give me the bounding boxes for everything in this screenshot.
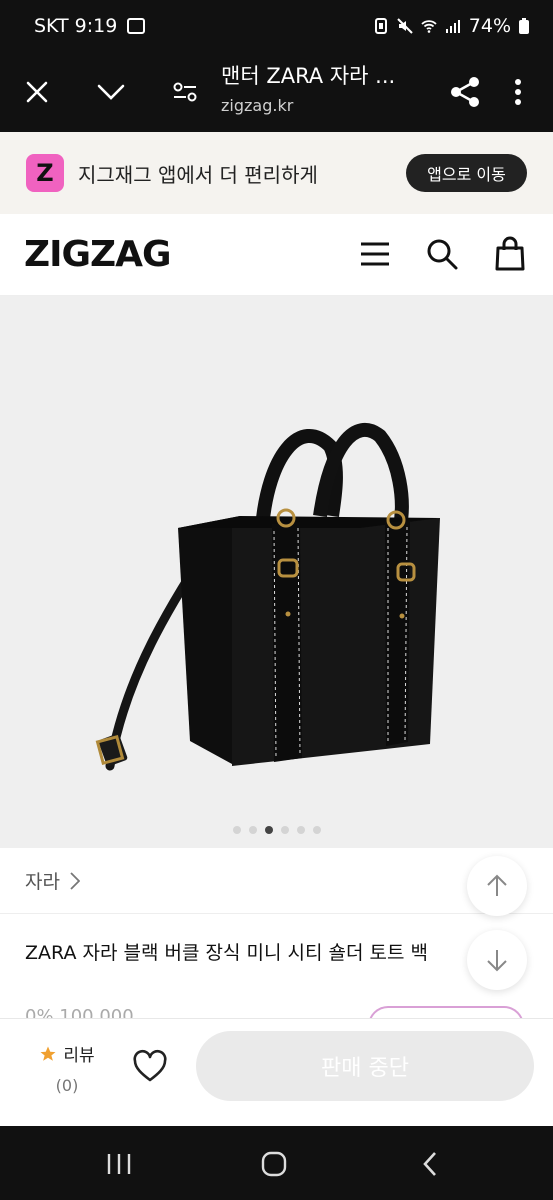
arrow-down-icon [487, 950, 507, 972]
collapse-button[interactable] [74, 52, 148, 132]
close-icon [26, 81, 48, 103]
wifi-icon [421, 20, 437, 33]
recent-apps-icon [107, 1154, 131, 1174]
signal-icon [445, 20, 460, 33]
browser-toolbar: 맨터 ZARA 자라 ... zigzag.kr [0, 52, 553, 132]
home-button[interactable] [254, 1144, 294, 1184]
page-title: 맨터 ZARA 자라 ... [221, 64, 396, 88]
menu-icon[interactable] [357, 236, 393, 272]
chevron-down-icon [97, 84, 125, 100]
shopping-bag-icon[interactable] [492, 236, 528, 272]
gallery-dot[interactable] [280, 826, 289, 834]
tune-icon [173, 82, 197, 102]
app-install-banner: Z 지그재그 앱에서 더 편리하게 앱으로 이동 [0, 132, 553, 214]
close-tab-button[interactable] [0, 52, 74, 132]
product-image-gallery[interactable] [0, 296, 553, 848]
star-icon [40, 1046, 56, 1061]
purchase-action-bar: 리뷰 (0) 판매 중단 [0, 1018, 553, 1126]
gallery-pagination [0, 826, 553, 834]
back-button[interactable] [410, 1144, 450, 1184]
mute-icon [397, 18, 413, 34]
chevron-right-icon [70, 871, 80, 890]
heart-icon[interactable] [132, 1049, 168, 1085]
page-url: zigzag.kr [221, 96, 294, 115]
open-app-button[interactable]: 앱으로 이동 [406, 154, 527, 192]
battery-saver-icon [374, 18, 387, 34]
scroll-top-button[interactable] [467, 856, 527, 916]
review-label: 리뷰 [63, 1046, 95, 1066]
scroll-bottom-button[interactable] [467, 930, 527, 990]
home-icon [261, 1151, 287, 1177]
review-summary[interactable]: 리뷰 (0) [32, 1041, 102, 1095]
clock: 9:19 [74, 15, 118, 37]
gallery-dot[interactable] [248, 826, 257, 834]
gallery-dot[interactable] [264, 826, 273, 834]
search-icon[interactable] [424, 236, 460, 272]
address-area[interactable]: 맨터 ZARA 자라 ... zigzag.kr [221, 60, 421, 115]
zigzag-app-logo: Z [26, 154, 64, 192]
battery-icon [519, 18, 529, 34]
gallery-dot[interactable] [232, 826, 241, 834]
site-settings-button[interactable] [148, 52, 222, 132]
arrow-up-icon [487, 874, 507, 896]
more-options-button[interactable] [486, 52, 550, 132]
back-icon [423, 1152, 436, 1176]
battery-percent: 74% [468, 15, 511, 37]
recent-apps-button[interactable] [99, 1144, 139, 1184]
share-icon [451, 77, 479, 107]
gallery-notification-icon [127, 18, 146, 34]
handbag-image [95, 423, 440, 771]
site-header: ZIGZAG [0, 214, 553, 296]
status-bar: SKT 9:19 74% [0, 0, 553, 52]
system-navigation-bar [0, 1126, 553, 1200]
gallery-dot[interactable] [312, 826, 321, 834]
review-count: (0) [55, 1076, 79, 1095]
sale-stopped-button[interactable]: 판매 중단 [196, 1031, 534, 1101]
brand-name: 자라 [25, 871, 60, 893]
carrier: SKT [34, 15, 69, 37]
zigzag-logo[interactable]: ZIGZAG [24, 234, 172, 275]
banner-text: 지그재그 앱에서 더 편리하게 [78, 162, 318, 187]
more-vertical-icon [515, 79, 521, 105]
gallery-dot[interactable] [296, 826, 305, 834]
product-title: ZARA 자라 블랙 버클 장식 미니 시티 숄더 토트 백 [25, 942, 428, 964]
